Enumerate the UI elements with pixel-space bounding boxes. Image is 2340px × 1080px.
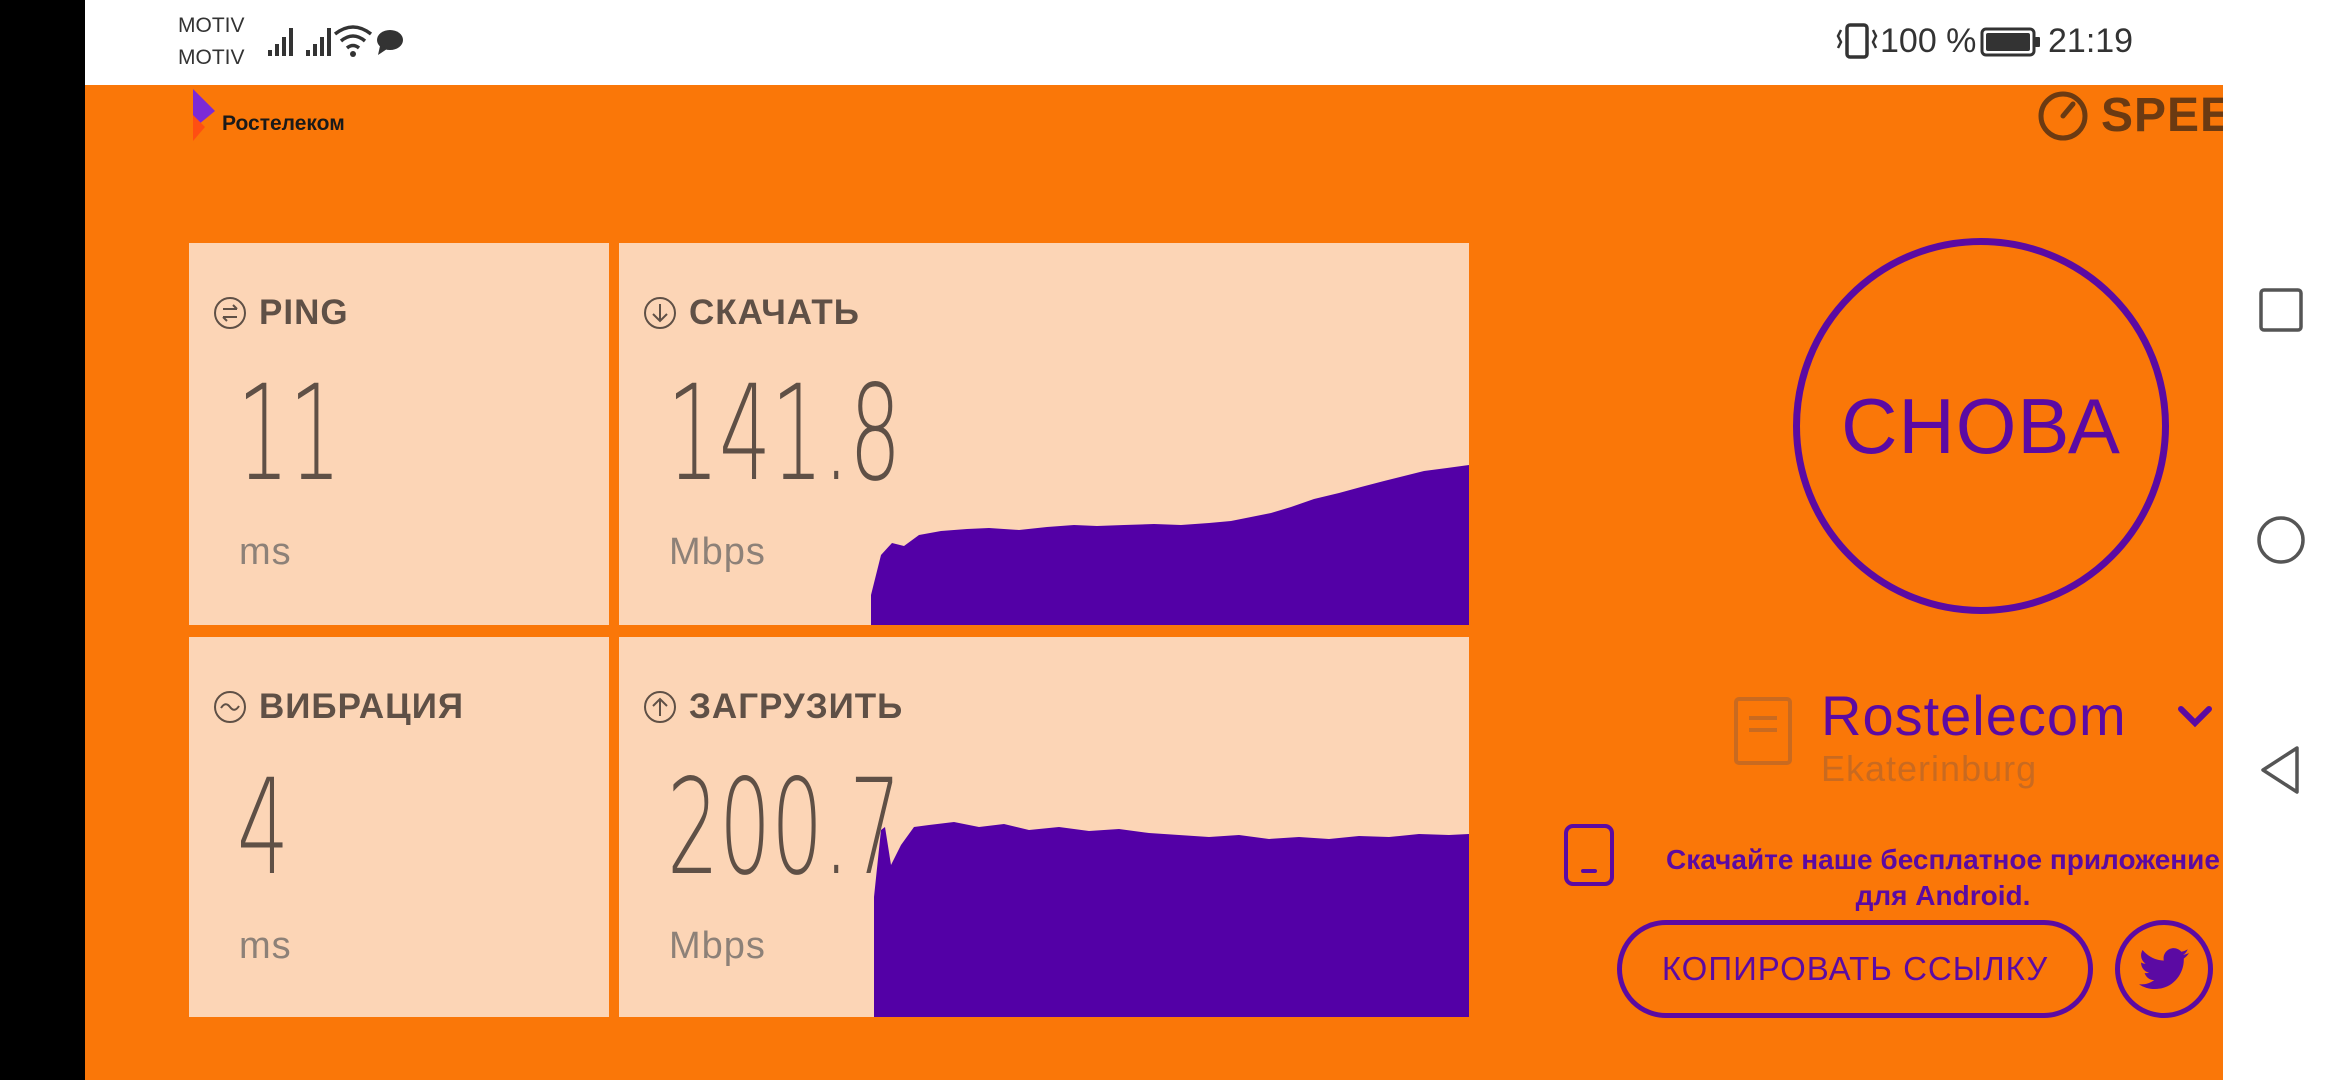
go-again-label: СНОВА bbox=[1841, 381, 2121, 470]
download-label: СКАЧАТЬ bbox=[689, 293, 860, 332]
ping-icon bbox=[214, 297, 246, 329]
message-icon bbox=[377, 30, 403, 55]
home-circle-icon bbox=[2257, 516, 2305, 564]
ping-unit: ms bbox=[239, 531, 292, 573]
promo-line-2: для Android. bbox=[1855, 880, 2031, 911]
jitter-label: ВИБРАЦИЯ bbox=[259, 687, 465, 726]
download-unit: Mbps bbox=[669, 531, 766, 573]
system-nav-bar bbox=[2223, 0, 2340, 1080]
speedtest-logo[interactable]: SPEE bbox=[2037, 88, 2223, 143]
app-screen: MOTIV MOTIV 100 % 21:19 Ростелеком SPEE … bbox=[85, 0, 2223, 1080]
upload-arrow-icon bbox=[644, 691, 676, 723]
twitter-bird-icon bbox=[2139, 948, 2189, 989]
upload-value: 200.7 bbox=[667, 751, 902, 905]
brand-name: Ростелеком bbox=[222, 112, 345, 135]
download-header: СКАЧАТЬ bbox=[643, 293, 860, 333]
copy-link-label: КОПИРОВАТЬ ССЫЛКУ bbox=[1661, 950, 2049, 987]
upload-label: ЗАГРУЗИТЬ bbox=[689, 687, 904, 726]
ping-header: PING bbox=[213, 293, 349, 333]
speedtest-logo-text: SPEE bbox=[2101, 89, 2223, 142]
chevron-down-icon[interactable] bbox=[2177, 704, 2213, 730]
carrier-1-label: MOTIV bbox=[178, 14, 245, 37]
upload-tile: ЗАГРУЗИТЬ 200.7 Mbps bbox=[619, 637, 1469, 1017]
battery-percentage: 100 % bbox=[1880, 22, 1977, 60]
server-name[interactable]: Rostelecom bbox=[1821, 683, 2127, 748]
recents-button[interactable] bbox=[2253, 282, 2309, 338]
phone-app-icon bbox=[1564, 824, 1614, 886]
home-button[interactable] bbox=[2253, 512, 2309, 568]
ping-value: 11 bbox=[237, 357, 342, 511]
jitter-unit: ms bbox=[239, 925, 292, 967]
speedometer-icon bbox=[2038, 91, 2088, 140]
wifi-icon bbox=[333, 25, 373, 57]
upload-header: ЗАГРУЗИТЬ bbox=[643, 687, 903, 727]
battery-icon bbox=[1980, 27, 2040, 57]
jitter-wave-icon bbox=[214, 691, 246, 723]
vibrate-icon bbox=[1836, 23, 1878, 59]
carrier-2-label: MOTIV bbox=[178, 46, 245, 69]
download-value: 141.8 bbox=[667, 357, 902, 511]
jitter-tile: ВИБРАЦИЯ 4 ms bbox=[189, 637, 609, 1017]
go-again-button[interactable]: СНОВА bbox=[1793, 238, 2169, 614]
rostelecom-logo-icon bbox=[193, 89, 215, 141]
back-button[interactable] bbox=[2253, 742, 2309, 798]
jitter-value: 4 bbox=[237, 751, 290, 905]
jitter-header: ВИБРАЦИЯ bbox=[213, 687, 464, 727]
download-arrow-icon bbox=[644, 297, 676, 329]
download-tile: СКАЧАТЬ 141.8 Mbps bbox=[619, 243, 1469, 625]
status-bar: MOTIV MOTIV 100 % 21:19 bbox=[85, 0, 2223, 85]
clock: 21:19 bbox=[2048, 22, 2134, 60]
ping-tile: PING 11 ms bbox=[189, 243, 609, 625]
twitter-share-button[interactable] bbox=[2115, 920, 2213, 1018]
copy-link-button[interactable]: КОПИРОВАТЬ ССЫЛКУ bbox=[1617, 920, 2093, 1018]
server-icon bbox=[1734, 697, 1792, 765]
back-triangle-icon bbox=[2261, 746, 2299, 794]
promo-line-1: Скачайте наше бесплатное приложение bbox=[1666, 844, 2220, 875]
recents-square-icon bbox=[2259, 288, 2303, 332]
android-app-promo-link[interactable]: Скачайте наше бесплатное приложение для … bbox=[1633, 842, 2223, 914]
ping-label: PING bbox=[259, 293, 349, 332]
upload-unit: Mbps bbox=[669, 925, 766, 967]
server-city: Ekaterinburg bbox=[1821, 748, 2038, 789]
signal-1-icon bbox=[268, 28, 293, 56]
